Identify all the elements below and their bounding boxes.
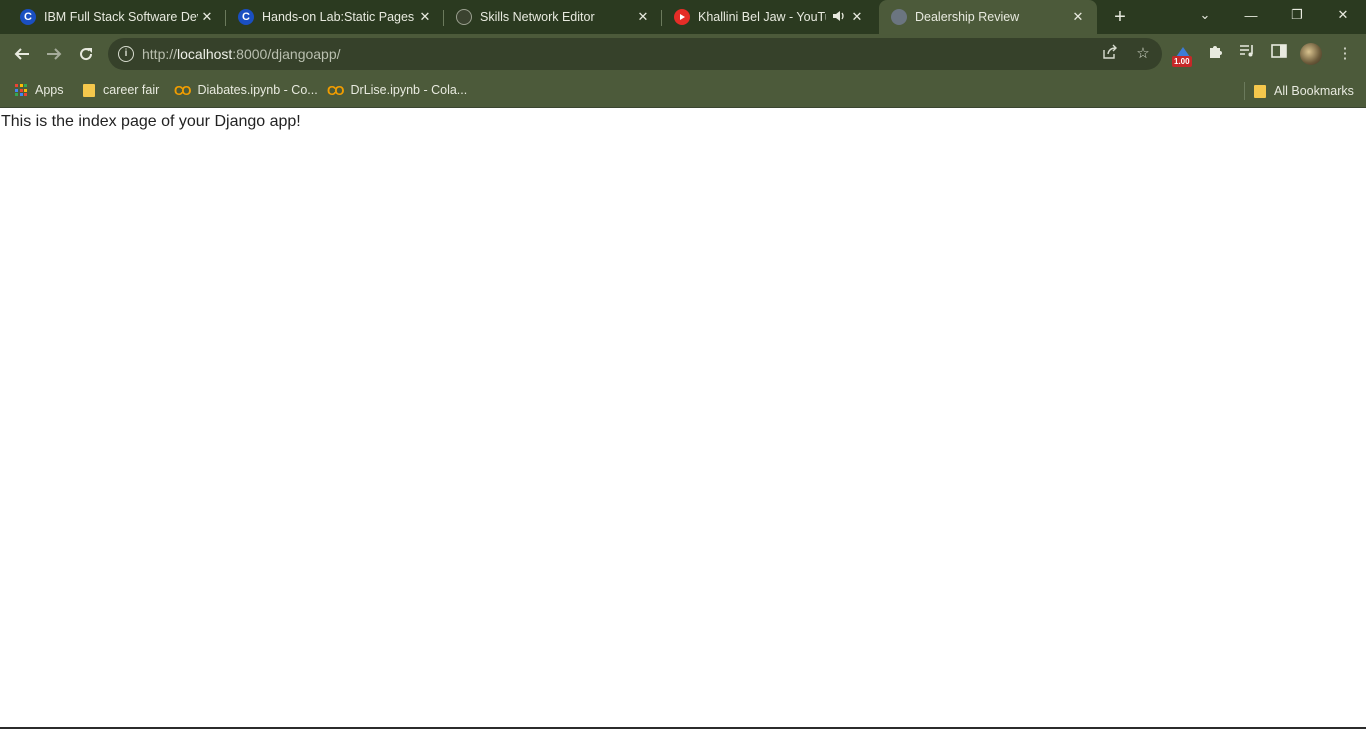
close-icon[interactable]: ✕ <box>848 9 866 25</box>
index-page-text: This is the index page of your Django ap… <box>1 113 301 130</box>
reload-icon <box>80 48 93 61</box>
reload-button[interactable] <box>74 42 98 66</box>
close-window-button[interactable]: ✕ <box>1320 0 1366 30</box>
tab-youtube[interactable]: Khallini Bel Jaw - YouTube ✕ <box>654 0 880 34</box>
extensions-puzzle-icon[interactable] <box>1205 43 1227 65</box>
tab-title: Khallini Bel Jaw - YouTube <box>698 10 826 24</box>
tab-title: Skills Network Editor <box>480 10 595 24</box>
arrow-right-icon <box>47 48 62 60</box>
arrow-left-icon <box>14 48 29 60</box>
bookmark-career-fair[interactable]: career fair <box>83 74 159 106</box>
share-icon[interactable] <box>1100 44 1120 64</box>
close-icon[interactable]: ✕ <box>1069 9 1087 25</box>
tab-search-button[interactable]: ⌄ <box>1182 0 1228 30</box>
address-bar[interactable]: i http://localhost:8000/djangoapp/ ☆ <box>108 38 1162 70</box>
tab-skills-network-editor[interactable]: Skills Network Editor ✕ <box>436 0 662 34</box>
minimize-button[interactable]: — <box>1228 0 1274 30</box>
bookmarks-bar: Apps career fair CO Diabates.ipynb - Co.… <box>0 74 1366 108</box>
profile-avatar[interactable] <box>1300 43 1322 65</box>
close-icon[interactable]: ✕ <box>198 9 216 25</box>
new-tab-button[interactable]: + <box>1108 5 1132 29</box>
colab-icon: CO <box>327 82 344 98</box>
video-speed-extension-icon[interactable]: 1.00 <box>1172 47 1196 69</box>
bookmark-drlise[interactable]: CO DrLise.ipynb - Cola... <box>327 74 467 106</box>
colab-icon: CO <box>174 82 191 98</box>
tab-ibm-full-stack[interactable]: C IBM Full Stack Software Developer ✕ <box>0 0 226 34</box>
url-text[interactable]: http://localhost:8000/djangoapp/ <box>142 46 341 62</box>
coursera-icon: C <box>238 9 254 25</box>
forward-button[interactable] <box>42 42 66 66</box>
tab-title: Hands-on Lab:Static Pages | Skills <box>262 10 416 24</box>
tab-title: IBM Full Stack Software Developer <box>44 10 198 24</box>
speaker-icon[interactable] <box>832 10 848 25</box>
bookmark-diabates[interactable]: CO Diabates.ipynb - Co... <box>174 74 318 106</box>
folder-icon <box>1254 84 1266 98</box>
tab-strip: C IBM Full Stack Software Developer ✕ C … <box>0 0 1366 34</box>
folder-icon <box>83 83 95 97</box>
star-icon[interactable]: ☆ <box>1133 44 1153 64</box>
all-bookmarks-folder[interactable]: All Bookmarks <box>1244 82 1354 100</box>
tab-title: Dealership Review <box>915 10 1020 24</box>
restore-button[interactable]: ❐ <box>1274 0 1320 30</box>
side-panel-icon[interactable] <box>1268 43 1290 65</box>
close-icon[interactable]: ✕ <box>416 9 434 25</box>
apps-grid-icon <box>15 84 27 96</box>
menu-kebab-icon[interactable]: ⋮ <box>1334 43 1356 65</box>
info-icon[interactable]: i <box>118 46 134 62</box>
back-button[interactable] <box>10 42 34 66</box>
page-content: This is the index page of your Django ap… <box>0 109 1366 729</box>
tab-dealership-review[interactable]: Dealership Review ✕ <box>879 0 1097 34</box>
coursera-icon: C <box>20 9 36 25</box>
bookmark-apps[interactable]: Apps <box>15 74 64 106</box>
toolbar: i http://localhost:8000/djangoapp/ ☆ 1.0… <box>0 34 1366 74</box>
globe-icon <box>891 9 907 25</box>
close-icon[interactable]: ✕ <box>634 9 652 25</box>
media-queue-icon[interactable] <box>1236 43 1258 65</box>
skills-network-icon <box>456 9 472 25</box>
tab-hands-on-lab[interactable]: C Hands-on Lab:Static Pages | Skills ✕ <box>218 0 444 34</box>
youtube-icon <box>674 9 690 25</box>
